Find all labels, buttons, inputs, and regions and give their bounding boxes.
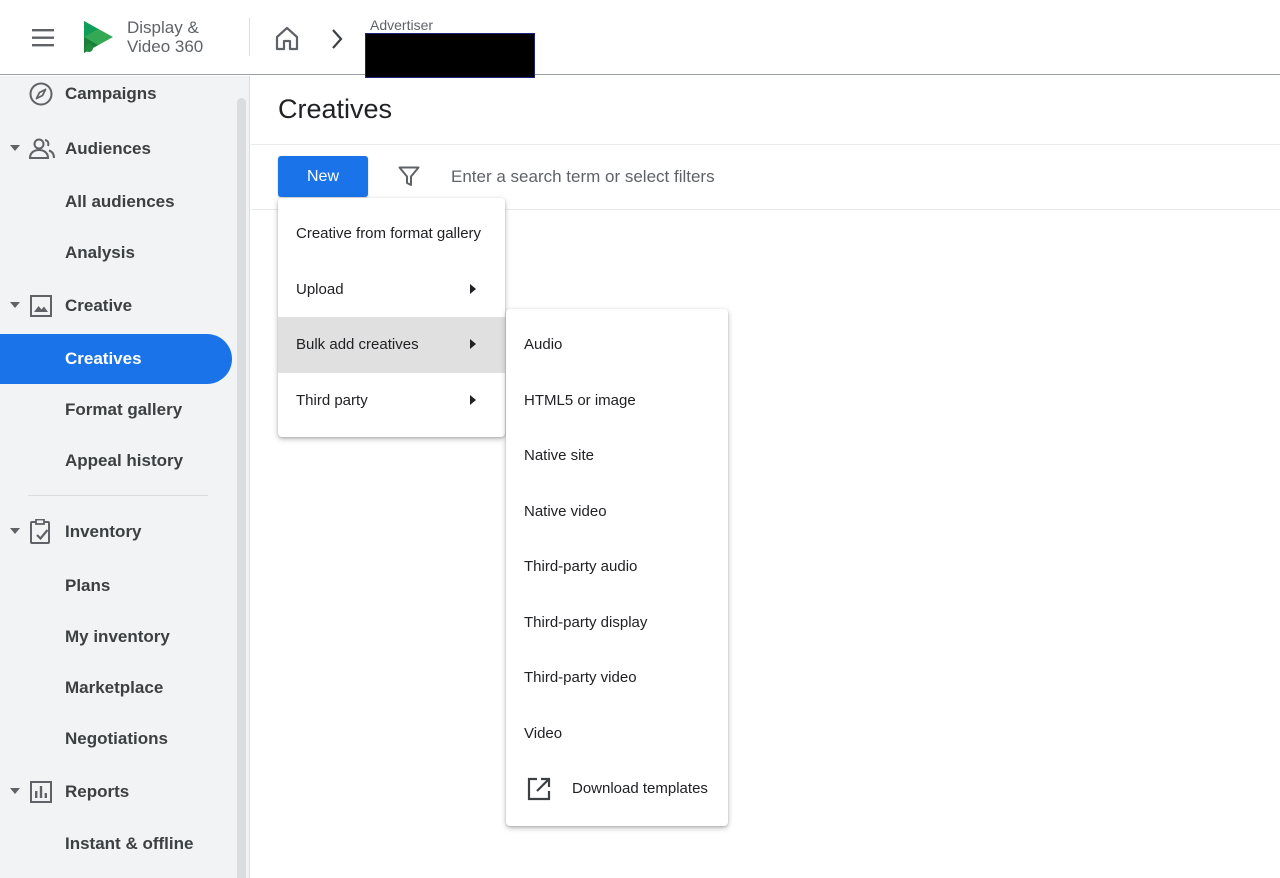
sidebar-item-label: Inventory (65, 522, 142, 541)
sidebar-item-campaigns[interactable]: Campaigns (0, 76, 232, 119)
sidebar-item-label: All audiences (65, 192, 175, 211)
menu-item-label: Third-party audio (524, 558, 638, 576)
compass-icon (28, 81, 56, 107)
menu-item-label: Third-party display (524, 613, 648, 631)
sidebar-item-plans[interactable]: Plans (0, 561, 232, 611)
sidebar-item-instant-offline[interactable]: Instant & offline (0, 819, 232, 869)
menu-item-label: Download templates (572, 780, 708, 798)
top-bar: Display & Video 360 Advertiser (0, 0, 1280, 78)
header-divider (249, 18, 250, 56)
menu-item-bulk-add-creatives[interactable]: Bulk add creatives (278, 317, 505, 373)
sidebar-item-label: Appeal history (65, 451, 184, 470)
sidebar-scrollbar[interactable] (237, 98, 246, 878)
sidebar-item-label: Analysis (65, 243, 135, 262)
caret-down-icon[interactable] (10, 788, 20, 794)
sidebar-item-appeal-history[interactable]: Appeal history (0, 436, 232, 486)
image-icon (28, 293, 56, 319)
sidebar-item-marketplace[interactable]: Marketplace (0, 663, 232, 713)
menu-item-label: Third party (296, 391, 368, 409)
menu-item-upload[interactable]: Upload (278, 262, 505, 318)
open-in-new-icon (526, 776, 552, 802)
dv360-logo[interactable] (80, 18, 116, 56)
search-input[interactable] (451, 163, 1251, 191)
people-icon (28, 136, 56, 162)
menu-item-label: Video (524, 724, 563, 742)
menu-icon[interactable] (22, 20, 62, 56)
sidebar-item-negotiations[interactable]: Negotiations (0, 714, 232, 764)
menu-item-label: Creative from format gallery (296, 225, 482, 243)
submenu-item-third-party-video[interactable]: Third-party video (506, 650, 728, 706)
chevron-right-icon (326, 26, 348, 52)
sidebar: Campaigns Audiences All audiences Analys… (0, 76, 250, 878)
home-icon[interactable] (270, 22, 304, 54)
sidebar-item-label: My inventory (65, 627, 170, 646)
submenu-item-html5-or-image[interactable]: HTML5 or image (506, 373, 728, 429)
product-name-line2: Video 360 (127, 37, 204, 56)
menu-item-label: Third-party video (524, 669, 637, 687)
menu-item-label: HTML5 or image (524, 391, 636, 409)
submenu-arrow-icon (470, 283, 476, 294)
sidebar-item-format-gallery[interactable]: Format gallery (0, 385, 232, 435)
menu-item-label: Upload (296, 280, 344, 298)
menu-item-third-party[interactable]: Third party (278, 373, 505, 429)
sidebar-divider (28, 495, 208, 496)
new-button[interactable]: New (278, 156, 368, 197)
sidebar-item-analysis[interactable]: Analysis (0, 228, 232, 278)
menu-item-label: Native site (524, 447, 595, 465)
submenu-arrow-icon (470, 394, 476, 405)
new-menu: Creative from format gallery Upload Bulk… (278, 198, 505, 437)
caret-down-icon[interactable] (10, 528, 20, 534)
sidebar-item-label: Format gallery (65, 400, 183, 419)
sidebar-item-label: Audiences (65, 139, 151, 158)
bulk-add-submenu: Audio HTML5 or image Native site Native … (506, 309, 728, 826)
filter-icon[interactable] (397, 164, 421, 188)
menu-item-creative-from-format-gallery[interactable]: Creative from format gallery (278, 206, 505, 262)
advertiser-label: Advertiser (370, 17, 434, 33)
sidebar-item-my-inventory[interactable]: My inventory (0, 612, 232, 662)
toolbar-divider-top (251, 144, 1280, 145)
sidebar-item-inventory[interactable]: Inventory (0, 507, 232, 557)
submenu-item-video[interactable]: Video (506, 706, 728, 762)
page-title: Creatives (278, 94, 393, 124)
caret-down-icon[interactable] (10, 145, 20, 151)
submenu-item-native-site[interactable]: Native site (506, 428, 728, 484)
caret-down-icon[interactable] (10, 302, 20, 308)
submenu-item-third-party-display[interactable]: Third-party display (506, 595, 728, 651)
submenu-item-audio[interactable]: Audio (506, 317, 728, 373)
advertiser-selector[interactable] (365, 33, 535, 78)
product-name-line1: Display & (127, 18, 199, 37)
sidebar-item-label: Plans (65, 576, 111, 595)
sidebar-item-label: Campaigns (65, 84, 157, 103)
sidebar-item-label: Reports (65, 782, 130, 801)
menu-item-label: Native video (524, 502, 607, 520)
submenu-item-third-party-audio[interactable]: Third-party audio (506, 539, 728, 595)
menu-item-label: Audio (524, 336, 563, 354)
sidebar-item-label: Creatives (65, 349, 142, 368)
product-name: Display & Video 360 (127, 18, 203, 56)
sidebar-item-label: Marketplace (65, 678, 164, 697)
sidebar-item-label: Creative (65, 296, 133, 315)
menu-item-label: Bulk add creatives (296, 336, 419, 354)
sidebar-item-creative[interactable]: Creative (0, 281, 232, 331)
submenu-item-download-templates[interactable]: Download templates (506, 761, 728, 817)
submenu-item-native-video[interactable]: Native video (506, 484, 728, 540)
sidebar-item-audiences[interactable]: Audiences (0, 124, 232, 174)
sidebar-item-label: Negotiations (65, 729, 168, 748)
submenu-arrow-icon (470, 339, 476, 349)
sidebar-item-all-audiences[interactable]: All audiences (0, 177, 232, 227)
clipboard-check-icon (28, 518, 56, 545)
sidebar-item-label: Instant & offline (65, 834, 194, 853)
sidebar-item-reports[interactable]: Reports (0, 767, 232, 817)
bar-chart-icon (28, 779, 56, 805)
sidebar-item-creatives[interactable]: Creatives (0, 334, 232, 384)
